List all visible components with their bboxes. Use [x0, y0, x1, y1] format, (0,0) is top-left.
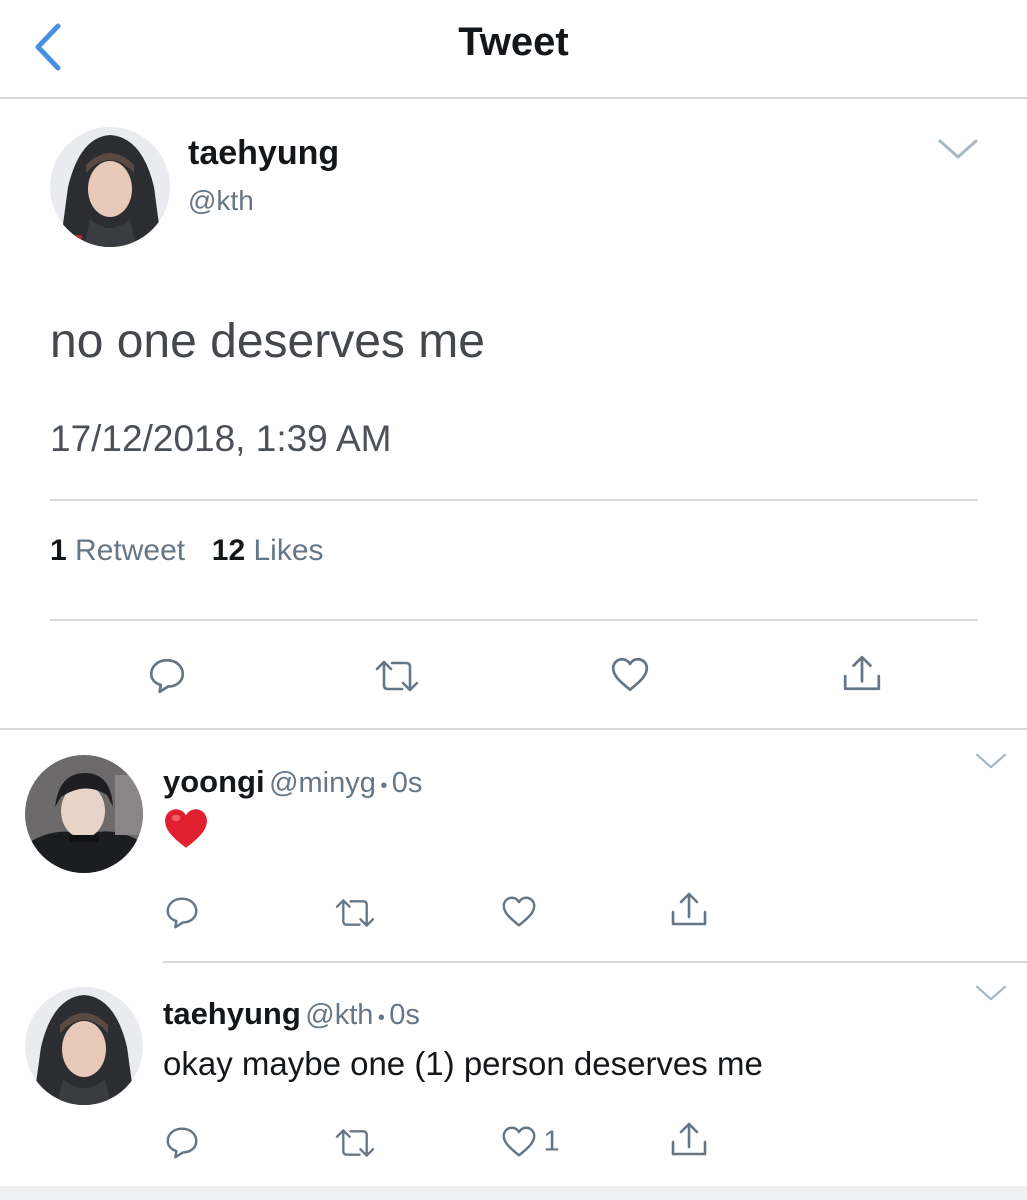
tweet-text: no one deserves me: [50, 315, 485, 368]
author-handle[interactable]: @kth: [188, 185, 254, 217]
share-icon: [669, 889, 709, 931]
retweet-icon: [372, 656, 422, 696]
reply-avatar[interactable]: [25, 987, 143, 1105]
share-button[interactable]: [669, 1119, 709, 1161]
retweet-icon: [332, 1125, 378, 1161]
heart-icon: [609, 654, 651, 696]
avatar-image: [50, 127, 170, 247]
retweet-button[interactable]: [332, 895, 378, 931]
share-button[interactable]: [841, 652, 883, 696]
reply-icon: [163, 1123, 201, 1161]
retweet-label: Retweet: [75, 534, 186, 567]
like-button[interactable]: 1: [499, 1123, 579, 1161]
reply-icon: [163, 893, 201, 931]
bottom-bar: [0, 1186, 1027, 1200]
retweet-icon: [332, 895, 378, 931]
reply-text: [163, 807, 213, 857]
retweet-button[interactable]: [372, 656, 422, 696]
reply-time: 0s: [389, 999, 420, 1031]
chevron-down-icon: [974, 751, 1008, 771]
reply-button[interactable]: [163, 893, 201, 931]
avatar-image: [25, 987, 143, 1105]
tweet-timestamp: 17/12/2018, 1:39 AM: [50, 418, 392, 459]
likes-stat[interactable]: 12 Likes: [212, 534, 324, 567]
avatar[interactable]: [50, 127, 170, 247]
reply-author-handle[interactable]: @kth: [305, 999, 373, 1031]
reply-header: yoongi @minyg • 0s: [163, 764, 422, 800]
meta-separator: •: [377, 1007, 385, 1029]
share-icon: [669, 1119, 709, 1161]
reply-menu-caret[interactable]: [974, 983, 1008, 1003]
divider: [50, 619, 978, 621]
reply-button[interactable]: [146, 654, 188, 696]
retweet-stat[interactable]: 1 Retweet: [50, 534, 193, 567]
share-button[interactable]: [669, 889, 709, 931]
heart-icon: [499, 893, 539, 931]
tweet-stats: 1 Retweet 12 Likes: [50, 534, 324, 568]
reply-author-name[interactable]: yoongi: [163, 764, 265, 799]
page-title: Tweet: [458, 20, 569, 64]
like-count: 1: [543, 1125, 560, 1158]
avatar-image: [25, 755, 143, 873]
reply-header: taehyung @kth • 0s: [163, 996, 420, 1032]
share-icon: [841, 652, 883, 696]
reply-author-handle[interactable]: @minyg: [269, 767, 376, 799]
divider: [50, 499, 978, 501]
like-button[interactable]: [499, 893, 539, 931]
meta-separator: •: [380, 775, 388, 797]
author-name[interactable]: taehyung: [188, 134, 339, 173]
reply-text: okay maybe one (1) person deserves me: [163, 1045, 763, 1082]
reply-menu-caret[interactable]: [974, 751, 1008, 771]
likes-label: Likes: [253, 534, 324, 567]
chevron-down-icon: [936, 134, 980, 164]
like-button[interactable]: [609, 654, 651, 696]
reply-button[interactable]: [163, 1123, 201, 1161]
reply-avatar[interactable]: [25, 755, 143, 873]
red-heart-emoji-icon: [165, 809, 207, 848]
reply-time: 0s: [391, 767, 423, 799]
heart-icon: [499, 1123, 539, 1161]
reply-author-name[interactable]: taehyung: [163, 996, 301, 1031]
likes-count: 12: [211, 534, 246, 567]
retweet-count: 1: [50, 534, 67, 567]
chevron-down-icon: [974, 983, 1008, 1003]
retweet-button[interactable]: [332, 1125, 378, 1161]
tweet-menu-caret[interactable]: [936, 134, 980, 164]
reply-icon: [146, 654, 188, 696]
